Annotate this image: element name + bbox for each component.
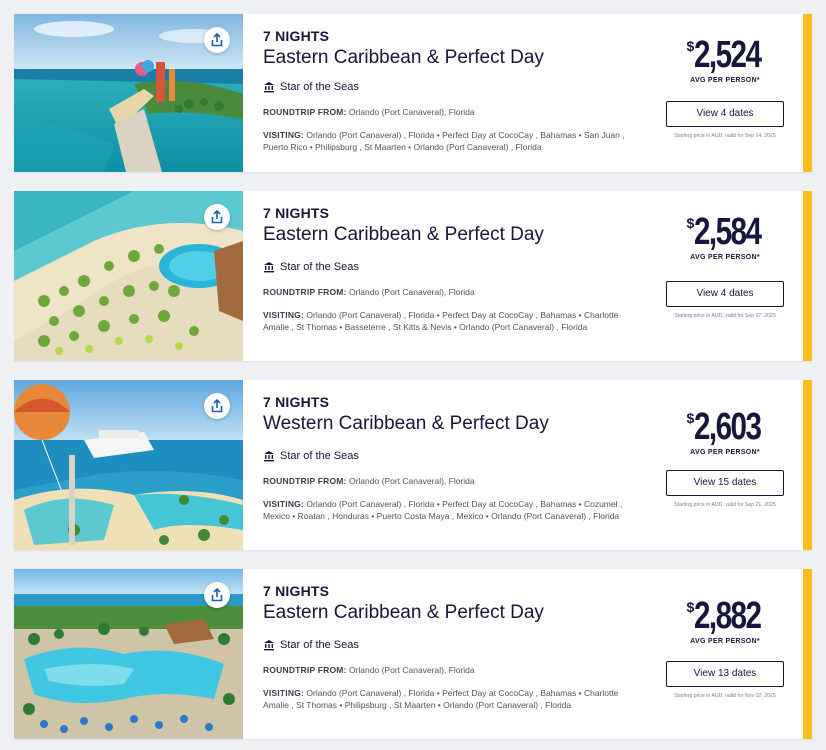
price: $2,603 [664,408,786,446]
cruise-nights: 7 NIGHTS [263,28,330,44]
ship-icon [264,82,274,93]
cruise-card[interactable]: 7 NIGHTS Eastern Caribbean & Perfect Day… [14,569,812,739]
visiting-label: VISITING: [263,310,304,320]
view-dates-button[interactable]: View 4 dates [666,101,784,127]
cruise-info: 7 NIGHTS Eastern Caribbean & Perfect Day… [263,28,633,153]
ship-icon [264,262,274,273]
price-amount: 2,603 [694,406,762,448]
price-amount: 2,882 [694,595,762,637]
price-box: $2,584 AVG PER PERSON* View 4 dates Star… [664,213,786,319]
roundtrip: ROUNDTRIP FROM: Orlando (Port Canaveral)… [263,287,633,297]
visiting-value: Orlando (Port Canaveral) , Florida • Per… [263,310,619,332]
price: $2,882 [664,597,786,635]
price-box: $2,603 AVG PER PERSON* View 15 dates Sta… [664,408,786,508]
share-icon [211,210,223,224]
visiting: VISITING: Orlando (Port Canaveral) , Flo… [263,130,625,153]
visiting-label: VISITING: [263,499,304,509]
share-button[interactable] [204,393,230,419]
price: $2,584 [664,213,786,251]
roundtrip-label: ROUNDTRIP FROM: [263,476,347,486]
price-note: Starting price in AUD, valid for Sep 21,… [674,502,776,508]
cruise-card[interactable]: 7 NIGHTS Eastern Caribbean & Perfect Day… [14,191,812,361]
ship-row: Star of the Seas [263,639,633,651]
price-label: AVG PER PERSON* [690,449,760,456]
roundtrip: ROUNDTRIP FROM: Orlando (Port Canaveral)… [263,107,633,117]
cruise-card[interactable]: 7 NIGHTS Western Caribbean & Perfect Day… [14,380,812,550]
visiting: VISITING: Orlando (Port Canaveral) , Flo… [263,688,625,711]
view-dates-button[interactable]: View 15 dates [666,470,784,496]
price-box: $2,524 AVG PER PERSON* View 4 dates Star… [664,36,786,139]
price: $2,524 [664,36,786,74]
cruise-photo[interactable] [14,569,243,739]
share-button[interactable] [204,27,230,53]
price-label: AVG PER PERSON* [690,638,760,645]
cruise-info: 7 NIGHTS Eastern Caribbean & Perfect Day… [263,205,633,333]
visiting-value: Orlando (Port Canaveral) , Florida • Per… [263,499,623,521]
price-amount: 2,584 [694,211,762,253]
view-dates-button[interactable]: View 13 dates [666,661,784,687]
visiting: VISITING: Orlando (Port Canaveral) , Flo… [263,499,625,522]
visiting: VISITING: Orlando (Port Canaveral) , Flo… [263,310,625,333]
cruise-nights: 7 NIGHTS [263,205,330,221]
roundtrip-value: Orlando (Port Canaveral), Florida [348,107,475,117]
share-icon [211,399,223,413]
roundtrip-label: ROUNDTRIP FROM: [263,107,347,117]
ship-name: Star of the Seas [280,639,359,651]
ship-icon [264,640,274,651]
visiting-value: Orlando (Port Canaveral) , Florida • Per… [263,130,625,152]
price-label: AVG PER PERSON* [690,77,760,84]
cruise-nights: 7 NIGHTS [263,583,330,599]
price-note: Starting price in AUD, valid for Sep 07,… [674,313,776,319]
cruise-info: 7 NIGHTS Eastern Caribbean & Perfect Day… [263,583,633,711]
cruise-photo[interactable] [14,14,243,172]
ship-icon [264,451,274,462]
share-icon [211,33,223,47]
cruise-photo[interactable] [14,380,243,550]
cruise-title[interactable]: Eastern Caribbean & Perfect Day [263,47,633,69]
price-box: $2,882 AVG PER PERSON* View 13 dates Sta… [664,597,786,699]
ship-name: Star of the Seas [280,81,359,93]
cruise-photo[interactable] [14,191,243,361]
ship-row: Star of the Seas [263,450,633,462]
cruise-title[interactable]: Eastern Caribbean & Perfect Day [263,602,633,624]
roundtrip-value: Orlando (Port Canaveral), Florida [348,665,475,675]
price-label: AVG PER PERSON* [690,254,760,261]
share-icon [211,588,223,602]
ship-name: Star of the Seas [280,450,359,462]
roundtrip-label: ROUNDTRIP FROM: [263,665,347,675]
visiting-label: VISITING: [263,688,304,698]
roundtrip: ROUNDTRIP FROM: Orlando (Port Canaveral)… [263,476,633,486]
ship-row: Star of the Seas [263,81,633,93]
cruise-title[interactable]: Eastern Caribbean & Perfect Day [263,224,633,246]
roundtrip-value: Orlando (Port Canaveral), Florida [348,287,475,297]
cruise-title[interactable]: Western Caribbean & Perfect Day [263,413,633,435]
share-button[interactable] [204,204,230,230]
cruise-nights: 7 NIGHTS [263,394,330,410]
visiting-label: VISITING: [263,130,304,140]
ship-row: Star of the Seas [263,261,633,273]
roundtrip-value: Orlando (Port Canaveral), Florida [348,476,475,486]
price-note: Starting price in AUD, valid for Sep 14,… [674,133,776,139]
cruise-card[interactable]: 7 NIGHTS Eastern Caribbean & Perfect Day… [14,14,812,172]
price-amount: 2,524 [694,34,762,76]
roundtrip: ROUNDTRIP FROM: Orlando (Port Canaveral)… [263,665,633,675]
view-dates-button[interactable]: View 4 dates [666,281,784,307]
roundtrip-label: ROUNDTRIP FROM: [263,287,347,297]
cruise-info: 7 NIGHTS Western Caribbean & Perfect Day… [263,394,633,522]
ship-name: Star of the Seas [280,261,359,273]
visiting-value: Orlando (Port Canaveral) , Florida • Per… [263,688,619,710]
price-note: Starting price in AUD, valid for Nov 02,… [674,693,776,699]
share-button[interactable] [204,582,230,608]
